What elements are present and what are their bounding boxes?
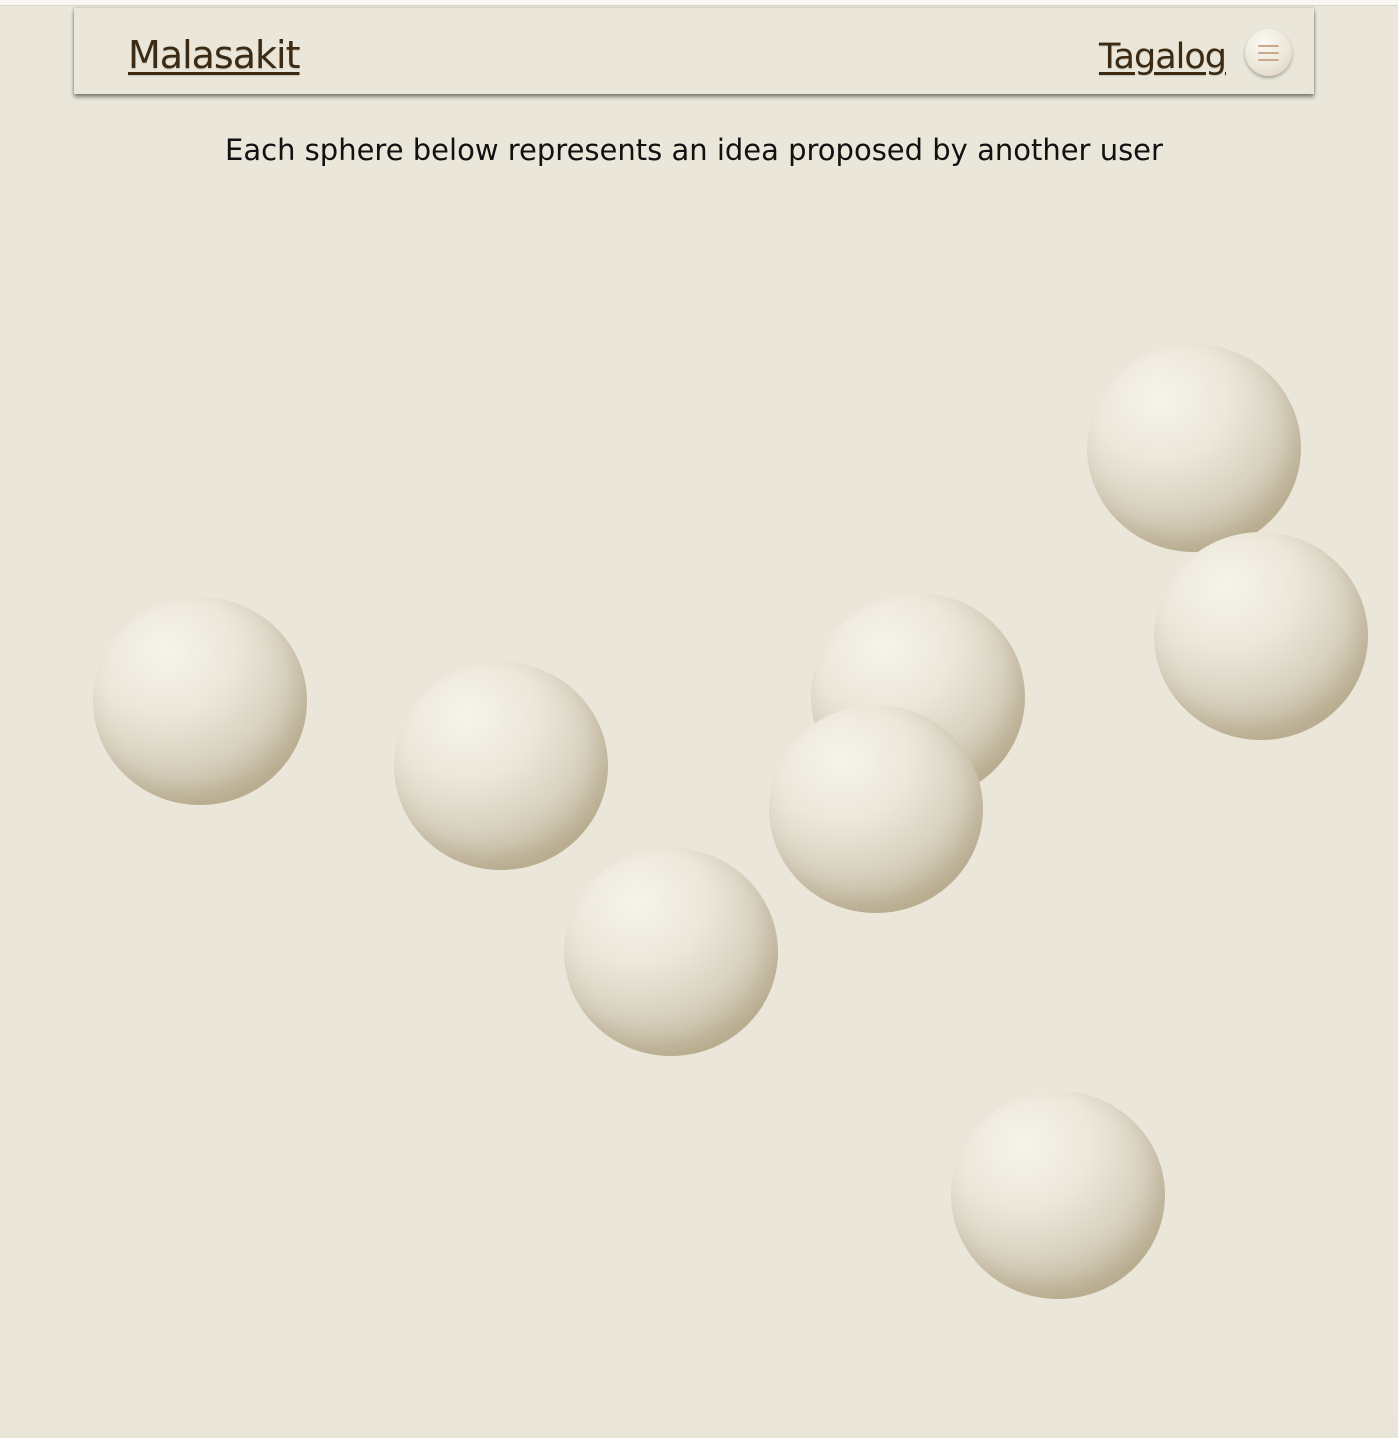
idea-sphere[interactable]: [1154, 532, 1368, 740]
idea-sphere[interactable]: [93, 597, 307, 805]
brand-link[interactable]: Malasakit: [128, 32, 300, 78]
idea-sphere[interactable]: [951, 1091, 1165, 1299]
menu-bar-bottom: [1258, 59, 1279, 61]
idea-sphere[interactable]: [1087, 344, 1301, 552]
menu-button[interactable]: [1245, 29, 1292, 76]
idea-sphere[interactable]: [564, 848, 778, 1056]
page-subtitle: Each sphere below represents an idea pro…: [225, 133, 1163, 167]
browser-top-border: [0, 0, 1398, 6]
page-footer-strip: [0, 1414, 1398, 1438]
language-link[interactable]: Tagalog: [1099, 34, 1227, 80]
menu-bar-top: [1258, 45, 1279, 47]
header-bar: Malasakit Tagalog: [74, 8, 1314, 94]
menu-bar-middle: [1258, 52, 1279, 54]
idea-sphere[interactable]: [769, 705, 983, 913]
idea-sphere[interactable]: [394, 662, 608, 870]
